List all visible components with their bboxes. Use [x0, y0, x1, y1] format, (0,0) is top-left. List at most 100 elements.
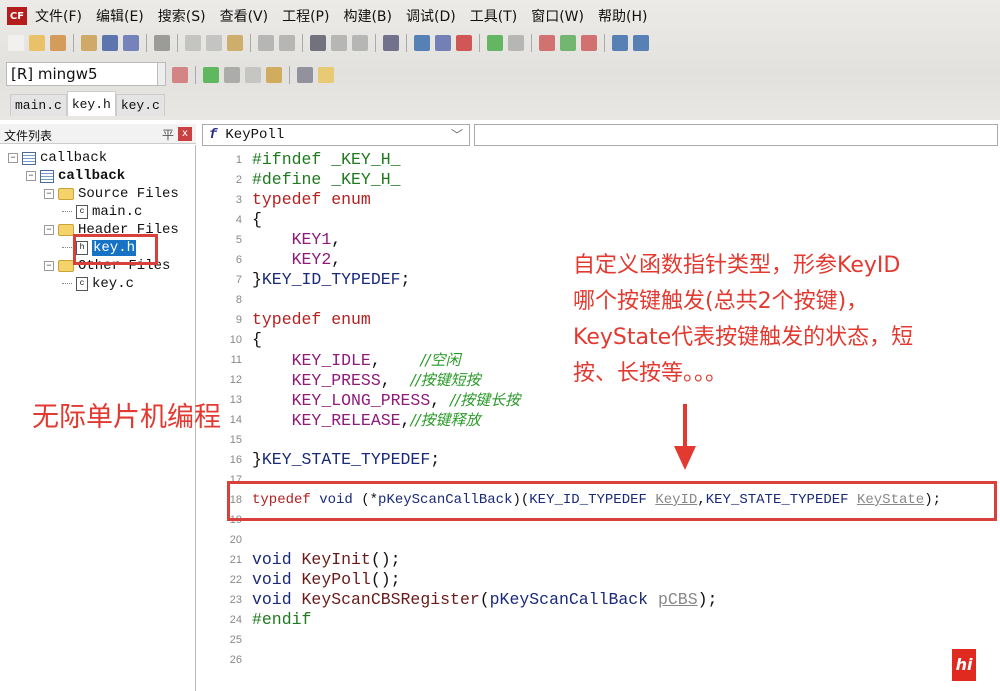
toolbar-separator — [250, 34, 251, 52]
toolbar-button-icon[interactable] — [29, 35, 45, 51]
function-select[interactable]: f KeyPoll ﹀ — [202, 124, 470, 146]
toolbar-separator — [195, 66, 196, 84]
menu-item[interactable]: 工程(P) — [282, 6, 329, 26]
tab-key-c[interactable]: key.c — [115, 94, 165, 116]
code-line[interactable]: KEY1, — [252, 230, 342, 250]
code-line[interactable]: { — [252, 330, 262, 350]
code-line[interactable]: { — [252, 210, 262, 230]
toolbar-button-icon[interactable] — [560, 35, 576, 51]
collapse-icon[interactable]: − — [8, 153, 18, 163]
code-line[interactable]: }KEY_ID_TYPEDEF; — [252, 270, 410, 290]
panel-title: 文件列表 — [4, 129, 53, 143]
toolbar-area: CF 文件(F) 编辑(E) 搜索(S) 查看(V) 工程(P) 构建(B) 调试(D) 工具… — [0, 0, 1000, 120]
toolbar-button-icon[interactable] — [612, 35, 628, 51]
toolbar-button-icon[interactable] — [50, 35, 66, 51]
code-token: (); — [370, 550, 401, 569]
code-line[interactable]: void KeyInit(); — [252, 550, 401, 570]
code-editor[interactable]: 1 #ifndef _KEY_H_ 2 #define _KEY_H_ 3 typedef… — [198, 148, 1000, 691]
code-token: typedef enum — [252, 190, 371, 209]
tree-item-label: key.c — [92, 276, 135, 292]
toolbar-button-icon[interactable] — [456, 35, 472, 51]
menu-item[interactable]: 帮助(H) — [598, 6, 647, 26]
toolbar-button-icon[interactable] — [206, 35, 222, 51]
chevron-down-icon[interactable]: ﹀ — [451, 126, 463, 143]
toolbar-button-icon[interactable] — [331, 35, 347, 51]
menu-item[interactable]: 工具(T) — [470, 6, 517, 26]
code-line[interactable]: #define _KEY_H_ — [252, 170, 401, 190]
watermark-logo: hi — [952, 649, 976, 681]
toolbar-button-icon[interactable] — [245, 67, 261, 83]
code-line[interactable]: KEY_PRESS, //按键短按 — [252, 370, 481, 391]
code-line[interactable]: KEY_LONG_PRESS, //按键长按 — [252, 390, 521, 411]
tree-item[interactable]: c key.c — [62, 275, 134, 293]
toolbar-button-icon[interactable] — [266, 67, 282, 83]
toolbar-button-icon[interactable] — [352, 35, 368, 51]
toolbar-button-icon[interactable] — [154, 35, 170, 51]
toolbar-button-icon[interactable] — [310, 35, 326, 51]
toolbar-button-icon[interactable] — [435, 35, 451, 51]
close-icon[interactable]: x — [178, 127, 192, 141]
toolbar-button-icon[interactable] — [102, 35, 118, 51]
collapse-icon[interactable]: − — [26, 171, 36, 181]
toolbar-button-icon[interactable] — [8, 35, 24, 51]
code-token: KEY_PRESS — [291, 371, 381, 390]
code-token: void — [252, 590, 292, 609]
tree-item[interactable]: c main.c — [62, 203, 142, 221]
code-token: , — [370, 351, 421, 370]
code-line[interactable]: KEY_IDLE, //空闲 — [252, 350, 461, 371]
code-line[interactable]: #endif — [252, 610, 311, 630]
toolbar-button-icon[interactable] — [185, 35, 201, 51]
code-line[interactable]: void KeyPoll(); — [252, 570, 401, 590]
tree-item[interactable]: − callback — [26, 167, 125, 185]
tab-main-c[interactable]: main.c — [10, 94, 67, 116]
toolbar-button-icon[interactable] — [258, 35, 274, 51]
toolbar-button-icon[interactable] — [414, 35, 430, 51]
collapse-icon[interactable]: − — [44, 261, 54, 271]
menu-item[interactable]: 调试(D) — [406, 6, 456, 26]
toolbar-separator — [177, 34, 178, 52]
menu-item[interactable]: 文件(F) — [35, 6, 82, 26]
line-number: 5 — [235, 234, 242, 246]
collapse-icon[interactable]: − — [44, 189, 54, 199]
collapse-icon[interactable]: − — [44, 225, 54, 235]
toolbar-button-icon[interactable] — [581, 35, 597, 51]
code-line[interactable]: }KEY_STATE_TYPEDEF; — [252, 450, 440, 470]
toolbar-button-icon[interactable] — [633, 35, 649, 51]
toolbar-button-icon[interactable] — [227, 35, 243, 51]
menu-item[interactable]: 编辑(E) — [96, 6, 144, 26]
tree-item-label: callback — [58, 168, 126, 184]
code-line[interactable]: KEY_RELEASE,//按键释放 — [252, 410, 481, 431]
toolbar-button-icon[interactable] — [318, 67, 334, 83]
tree-item[interactable]: − callback — [8, 149, 107, 167]
toolbar-button-icon[interactable] — [203, 67, 219, 83]
code-token: , — [400, 411, 411, 430]
toolbar-button-icon[interactable] — [508, 35, 524, 51]
toolbar-button-icon[interactable] — [224, 67, 240, 83]
toolbar-button-icon[interactable] — [297, 67, 313, 83]
code-line[interactable]: #ifndef _KEY_H_ — [252, 150, 401, 170]
code-line[interactable]: typedef enum — [252, 310, 371, 330]
toolbar-button-icon[interactable] — [487, 35, 503, 51]
toolbar-button-icon[interactable] — [383, 35, 399, 51]
toolbar-button-icon[interactable] — [172, 67, 188, 83]
menu-item[interactable]: 构建(B) — [343, 6, 392, 26]
menu-item[interactable]: 窗口(W) — [531, 6, 584, 26]
compiler-select[interactable]: [R] mingw5 — [6, 62, 166, 86]
code-line[interactable]: KEY2, — [252, 250, 342, 270]
toolbar-button-icon[interactable] — [123, 35, 139, 51]
pin-icon[interactable]: 平 — [162, 126, 174, 143]
menu-item[interactable]: 查看(V) — [220, 6, 269, 26]
toolbar-button-icon[interactable] — [81, 35, 97, 51]
secondary-select[interactable] — [474, 124, 998, 146]
chevron-down-icon[interactable] — [157, 63, 165, 85]
tree-item[interactable]: − Source Files — [44, 185, 179, 203]
code-line[interactable]: typedef enum — [252, 190, 371, 210]
code-token: } — [252, 450, 262, 469]
toolbar-button-icon[interactable] — [279, 35, 295, 51]
tab-key-h[interactable]: key.h — [66, 91, 116, 116]
line-number: 3 — [235, 194, 242, 206]
code-line[interactable]: void KeyScanCBSRegister(pKeyScanCallBack… — [252, 590, 717, 610]
toolbar-button-icon[interactable] — [539, 35, 555, 51]
annotation-right: 自定义函数指针类型，形参KeyID 哪个按键触发(总共2个按键)， KeyState… — [573, 248, 998, 392]
menu-item[interactable]: 搜索(S) — [158, 6, 206, 26]
